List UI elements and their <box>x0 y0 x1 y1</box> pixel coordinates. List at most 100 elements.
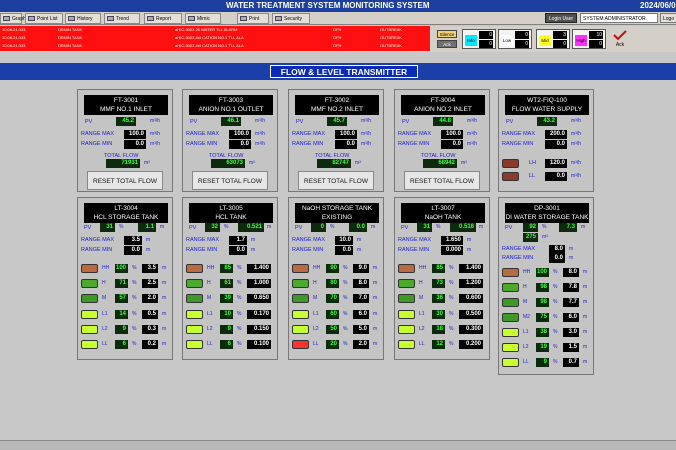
alarm-level-value[interactable]: 0.100 <box>247 340 271 349</box>
alarm-level-percent[interactable]: 9 <box>220 325 233 334</box>
silence-button[interactable]: Silence <box>437 30 457 38</box>
alarm-level-percent[interactable]: 100 <box>536 268 549 277</box>
range-min-value[interactable]: 0.0 <box>124 246 142 255</box>
alarm-level-percent[interactable]: 6 <box>115 340 128 349</box>
reset-total-flow-button[interactable]: RESET TOTAL FLOW <box>87 171 163 190</box>
range-min-value[interactable]: 0.0 <box>335 246 353 255</box>
alarm-level-percent[interactable]: 61 <box>220 279 233 288</box>
range-min-value[interactable]: 0.0 <box>124 140 146 149</box>
alarm-level-value[interactable]: 8.0 <box>563 268 579 277</box>
alarm-level-value[interactable]: 7.7 <box>563 298 579 307</box>
alarm-level-percent[interactable]: 10 <box>220 310 233 319</box>
alarm-level-percent[interactable]: 30 <box>432 310 445 319</box>
range-min-value[interactable]: 0.000 <box>441 246 463 255</box>
alarm-level-percent[interactable]: 85 <box>220 264 233 273</box>
alarm-level-value[interactable]: 8.0 <box>353 279 369 288</box>
alarm-level-percent[interactable]: 39 <box>220 294 233 303</box>
alarm-level-percent[interactable]: 80 <box>326 279 339 288</box>
alarm-level-value[interactable]: 7.0 <box>353 294 369 303</box>
alarm-level-percent[interactable]: 36 <box>432 294 445 303</box>
ll-value[interactable]: 0.0 <box>545 172 567 181</box>
range-max-value[interactable]: 200.0 <box>545 130 567 139</box>
alarm-level-percent[interactable]: 18 <box>432 325 445 334</box>
alarm-level-value[interactable]: 0.170 <box>247 310 271 319</box>
alarm-level-value[interactable]: 0.300 <box>459 325 483 334</box>
alarm-level-percent[interactable]: 14 <box>115 310 128 319</box>
range-max-value[interactable]: 100.0 <box>229 130 251 139</box>
range-max-value[interactable]: 1.7 <box>229 236 247 245</box>
alarm-level-percent[interactable]: 71 <box>115 279 128 288</box>
alarm-level-value[interactable]: 0.3 <box>142 325 158 334</box>
login-user-button[interactable]: Login User <box>545 13 577 23</box>
alarm-level-value[interactable]: 2.0 <box>353 340 369 349</box>
lh-value[interactable]: 120.0 <box>545 159 567 168</box>
alarm-level-percent[interactable]: 100 <box>115 264 128 273</box>
alarm-level-value[interactable]: 1.400 <box>459 264 483 273</box>
ack-button[interactable]: Ack <box>437 40 457 48</box>
alarm-row[interactable]: 10:06:21:333 DEMIN TANK aHIC-3003 26 WAT… <box>0 26 430 34</box>
alarm-list[interactable]: 10:06:21:333 DEMIN TANK aHIC-3003 26 WAT… <box>0 26 430 51</box>
alarm-row[interactable]: 10:06:21:333 DEMIN TANK aHIC-3003 ##I CA… <box>0 42 430 50</box>
alarm-level-value[interactable]: 0.500 <box>459 310 483 319</box>
range-min-value[interactable]: 0.0 <box>335 140 357 149</box>
alarm-level-percent[interactable]: 60 <box>326 310 339 319</box>
reset-total-flow-button[interactable]: RESET TOTAL FLOW <box>298 171 374 190</box>
alarm-level-value[interactable]: 1.5 <box>563 343 579 352</box>
alarm-level-value[interactable]: 0.200 <box>459 340 483 349</box>
alarm-level-percent[interactable]: 38 <box>536 328 549 337</box>
alarm-level-value[interactable]: 2.0 <box>142 294 158 303</box>
alarm-level-percent[interactable]: 90 <box>326 264 339 273</box>
alarm-level-value[interactable]: 5.0 <box>353 325 369 334</box>
print-button[interactable]: Print <box>237 13 269 24</box>
alarm-level-percent[interactable]: 85 <box>432 264 445 273</box>
report-button[interactable]: Report <box>144 13 182 24</box>
range-max-value[interactable]: 100.0 <box>124 130 146 139</box>
alarm-level-percent[interactable]: 19 <box>536 343 549 352</box>
alarm-level-value[interactable]: 0.2 <box>142 340 158 349</box>
alarm-level-value[interactable]: 6.0 <box>563 313 579 322</box>
alarm-level-percent[interactable]: 20 <box>326 340 339 349</box>
point-list-button[interactable]: Point List <box>25 13 63 24</box>
range-min-value[interactable]: 0.0 <box>229 246 247 255</box>
security-button[interactable]: Security <box>272 13 310 24</box>
alarm-level-percent[interactable]: 75 <box>536 313 549 322</box>
range-max-value[interactable]: 100.0 <box>335 130 357 139</box>
reset-total-flow-button[interactable]: RESET TOTAL FLOW <box>404 171 480 190</box>
range-max-value[interactable]: 1.650 <box>441 236 463 245</box>
trend-button[interactable]: Trend <box>104 13 140 24</box>
range-min-value[interactable]: 0.0 <box>545 140 567 149</box>
alarm-level-value[interactable]: 0.7 <box>563 358 579 367</box>
alarm-level-percent[interactable]: 50 <box>326 325 339 334</box>
range-min-value[interactable]: 0.0 <box>441 140 463 149</box>
alarm-level-value[interactable]: 6.0 <box>353 310 369 319</box>
alarm-level-value[interactable]: 0.650 <box>247 294 271 303</box>
alarm-level-percent[interactable]: 9 <box>536 358 549 367</box>
reset-total-flow-button[interactable]: RESET TOTAL FLOW <box>192 171 268 190</box>
ack-all-button[interactable]: Ack <box>611 29 629 49</box>
alarm-level-value[interactable]: 0.150 <box>247 325 271 334</box>
alarm-level-percent[interactable]: 98 <box>536 298 549 307</box>
alarm-level-value[interactable]: 1.200 <box>459 279 483 288</box>
alarm-row[interactable]: 10:06:21:333 DEMIN TANK aHIC-3003 ##I CA… <box>0 34 430 42</box>
logout-button[interactable]: Logo <box>660 13 676 23</box>
mimic-button[interactable]: Mimic <box>185 13 221 24</box>
range-max-value[interactable]: 100.0 <box>441 130 463 139</box>
alarm-level-percent[interactable]: 70 <box>326 294 339 303</box>
alarm-level-value[interactable]: 0.5 <box>142 310 158 319</box>
range-min-value[interactable]: 0.0 <box>549 254 565 263</box>
alarm-level-percent[interactable]: 57 <box>115 294 128 303</box>
alarm-level-value[interactable]: 1.000 <box>247 279 271 288</box>
history-button[interactable]: History <box>65 13 101 24</box>
alarm-level-percent[interactable]: 12 <box>432 340 445 349</box>
alarm-level-value[interactable]: 9.0 <box>353 264 369 273</box>
range-max-value[interactable]: 8.0 <box>549 245 565 254</box>
alarm-level-value[interactable]: 1.400 <box>247 264 271 273</box>
alarm-level-percent[interactable]: 6 <box>220 340 233 349</box>
alarm-level-value[interactable]: 2.5 <box>142 279 158 288</box>
alarm-level-value[interactable]: 3.5 <box>142 264 158 273</box>
alarm-level-percent[interactable]: 98 <box>536 283 549 292</box>
graphics-button[interactable]: Graphics <box>0 13 32 24</box>
range-min-value[interactable]: 0.0 <box>229 140 251 149</box>
alarm-level-percent[interactable]: 73 <box>432 279 445 288</box>
alarm-level-percent[interactable]: 9 <box>115 325 128 334</box>
